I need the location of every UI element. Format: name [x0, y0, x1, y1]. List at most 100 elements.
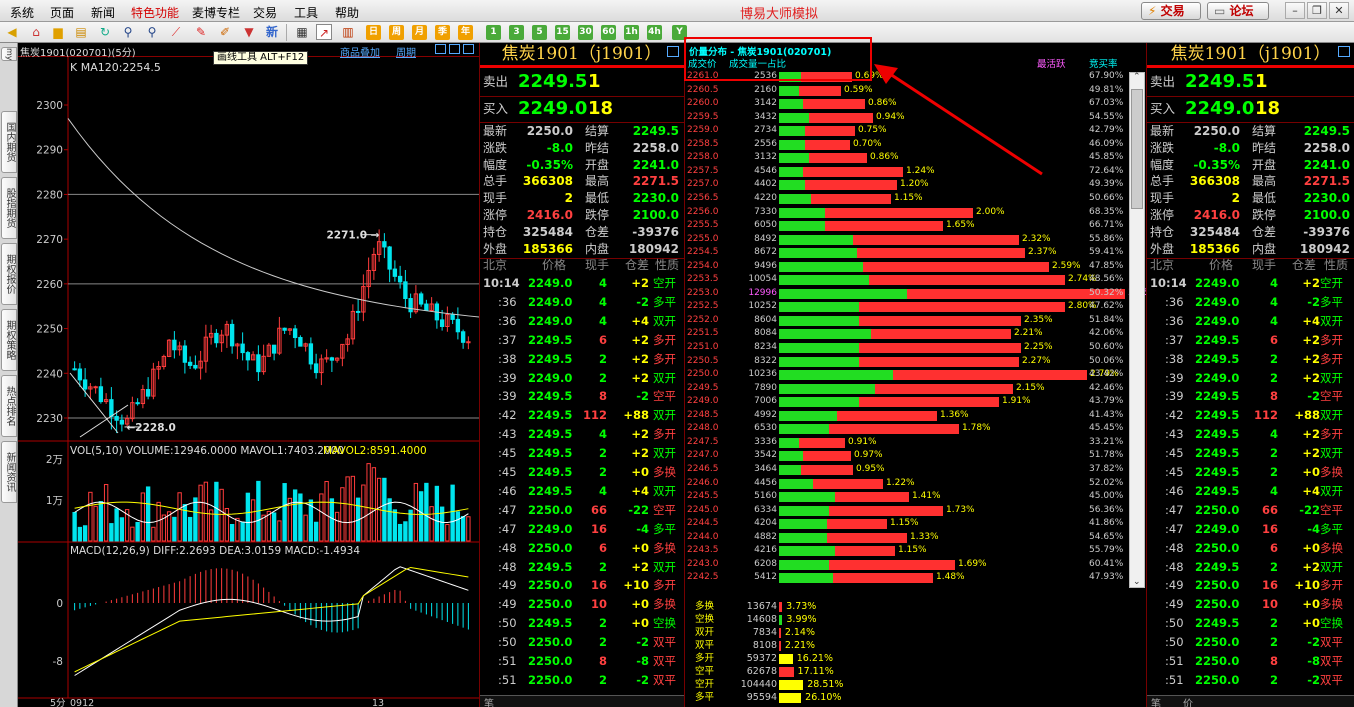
distribution-row[interactable]: 2246.5 3464 0.95% 37.82%	[685, 463, 1145, 477]
menu-tools[interactable]: 工具	[294, 4, 318, 21]
tick-row[interactable]: :43 2249.5 4 +2 多开	[1147, 426, 1354, 443]
maximize-panel-icon[interactable]	[1338, 46, 1350, 57]
distribution-row[interactable]: 2250.5 8322 2.27% 50.06%	[685, 355, 1145, 369]
period-4h-button[interactable]: 4h	[647, 25, 662, 40]
period-30min-button[interactable]: 30	[578, 25, 593, 40]
home-icon[interactable]: ⌂	[28, 24, 44, 40]
tick-row[interactable]: :49 2250.0 16 +10 多开	[480, 577, 683, 594]
tab-domestic-futures[interactable]: 国内期货	[1, 111, 17, 173]
distribution-row[interactable]: 2248.5 4992 1.36% 41.43%	[685, 409, 1145, 423]
distribution-row[interactable]: 2254.0 9496 2.59% 47.85%	[685, 260, 1145, 274]
menu-trade[interactable]: 交易	[253, 4, 277, 21]
distribution-row[interactable]: 2257.0 4402 1.20% 49.39%	[685, 178, 1145, 192]
distribution-row[interactable]: 2251.5 8084 2.21% 42.06%	[685, 327, 1145, 341]
tick-row[interactable]: :45 2249.5 2 +2 双开	[1147, 445, 1354, 462]
period-60min-button[interactable]: 60	[601, 25, 616, 40]
tick-row[interactable]: :36 2249.0 4 +4 双开	[1147, 313, 1354, 330]
pencil-icon[interactable]: ✎	[193, 24, 209, 40]
tick-row[interactable]: :36 2249.0 4 -2 多平	[480, 294, 683, 311]
period-1h-button[interactable]: 1h	[624, 25, 639, 40]
period-5min-button[interactable]: 5	[532, 25, 547, 40]
tick-row[interactable]: :45 2249.5 2 +2 双开	[480, 445, 683, 462]
distribution-row[interactable]: 2243.5 4216 1.15% 55.79%	[685, 544, 1145, 558]
tick-row[interactable]: :45 2249.5 2 +0 多换	[480, 464, 683, 481]
period-quarter-button[interactable]: 季	[435, 25, 450, 40]
filter-icon[interactable]: ▼	[241, 24, 257, 40]
tick-row[interactable]: :51 2250.0 2 -2 双平	[1147, 672, 1354, 689]
maximize-panel-icon[interactable]	[667, 46, 679, 57]
tick-row[interactable]: :39 2249.0 2 +2 双开	[1147, 370, 1354, 387]
tick-row[interactable]: :39 2249.5 8 -2 空平	[1147, 388, 1354, 405]
back-arrow-icon[interactable]: ◀	[4, 24, 20, 40]
distribution-row[interactable]: 2252.5 10252 2.80% 47.62%	[685, 300, 1145, 314]
tick-row[interactable]: :47 2250.0 66 -22 空平	[480, 502, 683, 519]
tick-row[interactable]: :50 2249.5 2 +0 空换	[480, 615, 683, 632]
tab-ticks[interactable]: 笔	[1151, 695, 1161, 707]
period-1min-button[interactable]: 1	[486, 25, 501, 40]
tick-row[interactable]: :37 2249.5 6 +2 多开	[480, 332, 683, 349]
tick-row[interactable]: :36 2249.0 4 +4 双开	[480, 313, 683, 330]
kline-chart-panel[interactable]: 焦炭1901(020701)(5分) 商品叠加 周期 2300 2290 2280 2…	[18, 43, 479, 707]
distribution-row[interactable]: 2246.0 4456 1.22% 52.02%	[685, 477, 1145, 491]
book-icon[interactable]: ▤	[73, 24, 89, 40]
tick-row[interactable]: :38 2249.5 2 +2 多开	[480, 351, 683, 368]
tab-news-info[interactable]: 新闻资讯	[1, 441, 17, 503]
tick-row[interactable]: :49 2250.0 16 +10 多开	[1147, 577, 1354, 594]
tick-row[interactable]: :50 2250.0 2 -2 双平	[480, 634, 683, 651]
distribution-row[interactable]: 2248.0 6530 1.78% 45.45%	[685, 422, 1145, 436]
tick-row[interactable]: :42 2249.5 112 +88 双开	[1147, 407, 1354, 424]
period-3min-button[interactable]: 3	[509, 25, 524, 40]
tick-row[interactable]: :39 2249.5 8 -2 空平	[480, 388, 683, 405]
candle-icon[interactable]: ▥	[340, 24, 356, 40]
distribution-row[interactable]: 2250.0 10236 2.79% 43.42%	[685, 368, 1145, 382]
distribution-row[interactable]: 2255.0 8492 2.32% 55.86%	[685, 233, 1145, 247]
distribution-row[interactable]: 2244.0 4882 1.33% 54.65%	[685, 531, 1145, 545]
distribution-row[interactable]: 2255.5 6050 1.65% 66.71%	[685, 219, 1145, 233]
new-icon[interactable]: 新	[264, 24, 280, 40]
tick-row[interactable]: :49 2250.0 10 +0 多换	[480, 596, 683, 613]
distribution-row[interactable]: 2247.5 3336 0.91% 33.21%	[685, 436, 1145, 450]
menu-page[interactable]: 页面	[50, 4, 74, 21]
distribution-row[interactable]: 2251.0 8234 2.25% 50.60%	[685, 341, 1145, 355]
tick-row[interactable]: :47 2249.0 16 -4 多平	[480, 521, 683, 538]
trade-button[interactable]: ⚡ 交易	[1141, 2, 1201, 20]
period-15min-button[interactable]: 15	[555, 25, 570, 40]
distribution-row[interactable]: 2249.0 7006 1.91% 43.79%	[685, 395, 1145, 409]
zoom-in-icon[interactable]: ⚲	[120, 24, 136, 40]
distribution-row[interactable]: 2244.5 4204 1.15% 41.86%	[685, 517, 1145, 531]
menu-system[interactable]: 系统	[10, 4, 34, 21]
distribution-row[interactable]: 2252.0 8604 2.35% 51.84%	[685, 314, 1145, 328]
tab-index-futures[interactable]: 股指期货	[1, 177, 17, 239]
period-week-button[interactable]: 周	[389, 25, 404, 40]
tick-row[interactable]: :38 2249.5 2 +2 多开	[1147, 351, 1354, 368]
tick-row[interactable]: :51 2250.0 8 -8 双平	[480, 653, 683, 670]
menu-features[interactable]: 特色功能	[131, 4, 179, 21]
tick-row[interactable]: :37 2249.5 6 +2 多开	[1147, 332, 1354, 349]
distribution-row[interactable]: 2245.5 5160 1.41% 45.00%	[685, 490, 1145, 504]
refresh-icon[interactable]: ↻	[97, 24, 113, 40]
tick-row[interactable]: :42 2249.5 112 +88 双开	[480, 407, 683, 424]
tick-row[interactable]: 10:14 2249.0 4 +2 空开	[480, 275, 683, 292]
menu-news[interactable]: 新闻	[91, 4, 115, 21]
tick-row[interactable]: :48 2249.5 2 +2 双开	[480, 559, 683, 576]
zoom-out-icon[interactable]: ⚲	[144, 24, 160, 40]
distribution-row[interactable]: 2245.0 6334 1.73% 56.36%	[685, 504, 1145, 518]
tick-row[interactable]: 10:14 2249.0 4 +2 空开	[1147, 275, 1354, 292]
tab-option-strategy[interactable]: 期权策略	[1, 309, 17, 371]
tick-row[interactable]: :49 2250.0 10 +0 多换	[1147, 596, 1354, 613]
tab-prices[interactable]: 价	[1183, 695, 1193, 707]
forum-button[interactable]: ▭ 论坛	[1207, 2, 1269, 20]
tick-row[interactable]: :46 2249.5 4 +4 双开	[480, 483, 683, 500]
tab-hot-ranking[interactable]: 热点排名	[1, 375, 17, 437]
tick-row[interactable]: :51 2250.0 8 -8 双平	[1147, 653, 1354, 670]
tick-row[interactable]: :47 2250.0 66 -22 空平	[1147, 502, 1354, 519]
menu-column[interactable]: 麦博专栏	[192, 4, 240, 21]
tab-option-quotes[interactable]: 期权报价	[1, 243, 17, 305]
period-month-button[interactable]: 月	[412, 25, 427, 40]
table-icon[interactable]: ▦	[294, 24, 310, 40]
tick-row[interactable]: :39 2249.0 2 +2 双开	[480, 370, 683, 387]
distribution-row[interactable]: 2254.5 8672 2.37% 59.41%	[685, 246, 1145, 260]
draw-tool-icon[interactable]: ✐	[217, 24, 233, 40]
distribution-row[interactable]: 2253.0129963.55%50.32%	[685, 287, 1157, 301]
tick-row[interactable]: :45 2249.5 2 +0 多换	[1147, 464, 1354, 481]
